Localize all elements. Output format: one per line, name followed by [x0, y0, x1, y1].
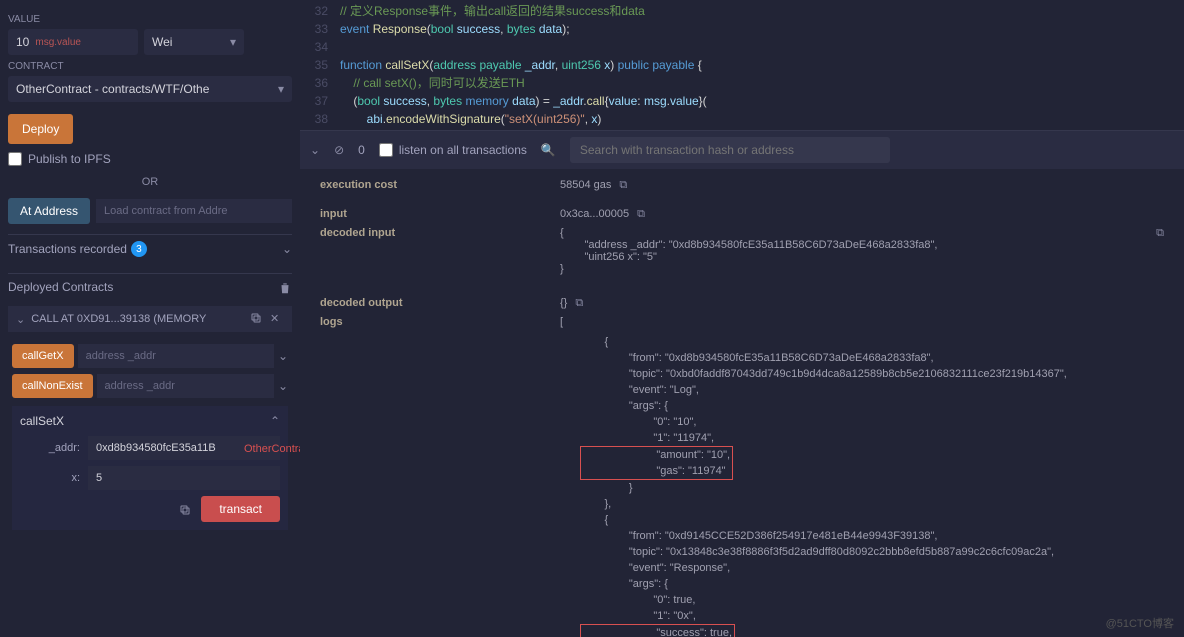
- main-area: 32// 定义Response事件，输出call返回的结果success和dat…: [300, 0, 1184, 637]
- copy-icon[interactable]: [250, 312, 264, 326]
- callgetx-input[interactable]: [78, 344, 274, 368]
- search-icon: 🔍: [541, 143, 556, 157]
- param-addr-label: _addr:: [20, 442, 80, 454]
- log-entry-1: { "from": "0xd8b934580fcE35a11B58C6D73aD…: [580, 334, 1164, 512]
- value-label: VALUE: [8, 14, 292, 25]
- chevron-down-icon[interactable]: ⌄: [278, 349, 288, 363]
- watermark: @51CTO博客: [1106, 615, 1174, 631]
- copy-icon[interactable]: ⧉: [1156, 227, 1164, 275]
- at-address-button[interactable]: At Address: [8, 198, 90, 224]
- logs-key: logs: [320, 316, 560, 328]
- value-input[interactable]: 10: [16, 35, 29, 49]
- line-number: 34: [300, 38, 340, 56]
- code-content[interactable]: // call setX()，同时可以发送ETH: [340, 74, 525, 92]
- param-x-label: x:: [20, 472, 80, 484]
- code-content[interactable]: event Response(bool success, bytes data)…: [340, 20, 570, 38]
- copy-icon[interactable]: ⧉: [619, 179, 627, 191]
- decoded-input-key: decoded input: [320, 227, 560, 275]
- line-number: 38: [300, 110, 340, 128]
- terminal-output[interactable]: execution cost58504 gas⧉ input0x3ca...00…: [300, 169, 1184, 637]
- code-content[interactable]: (bool success, bytes memory data) = _add…: [340, 92, 707, 110]
- line-number: 35: [300, 56, 340, 74]
- line-number: 37: [300, 92, 340, 110]
- transact-button[interactable]: transact: [201, 496, 280, 522]
- code-editor[interactable]: 32// 定义Response事件，输出call返回的结果success和dat…: [300, 0, 1184, 130]
- tx-recorded-row[interactable]: Transactions recorded 3 ⌄: [8, 234, 292, 263]
- param-x-input[interactable]: [88, 466, 280, 490]
- highlight-box-1: "amount": "10", "gas": "11974": [580, 446, 733, 480]
- code-content[interactable]: // 定义Response事件，输出call返回的结果success和data: [340, 2, 645, 20]
- callgetx-button[interactable]: callGetX: [12, 344, 74, 368]
- deployed-contract-item[interactable]: ⌄ CALL AT 0XD91...39138 (MEMORY ✕: [8, 306, 292, 332]
- listen-input[interactable]: [379, 143, 393, 157]
- pending-count: 0: [358, 143, 365, 157]
- code-content[interactable]: function callSetX(address payable _addr,…: [340, 56, 702, 74]
- log-entry-2: { "from": "0xd9145CCE52D386f254917e481eB…: [580, 512, 1164, 637]
- copy-icon[interactable]: ⧉: [575, 297, 583, 309]
- chevron-down-icon[interactable]: ⌄: [310, 143, 320, 157]
- listen-all-checkbox[interactable]: listen on all transactions: [379, 143, 527, 157]
- publish-ipfs-input[interactable]: [8, 152, 22, 166]
- unit-select[interactable]: Wei: [144, 29, 244, 55]
- contract-select[interactable]: OtherContract - contracts/WTF/Othe: [8, 76, 292, 102]
- chevron-down-icon[interactable]: ⌄: [16, 313, 25, 326]
- line-number: 36: [300, 74, 340, 92]
- close-icon[interactable]: ✕: [270, 312, 284, 326]
- publish-ipfs-checkbox[interactable]: Publish to IPFS: [8, 152, 292, 166]
- chevron-down-icon[interactable]: ⌄: [278, 379, 288, 393]
- at-address-input[interactable]: [96, 199, 292, 223]
- line-number: 32: [300, 2, 340, 20]
- deploy-button[interactable]: Deploy: [8, 114, 73, 144]
- trash-icon[interactable]: [278, 280, 292, 294]
- addr-annotation: OtherContract合约地址: [244, 440, 300, 456]
- callsetx-label: callSetX: [20, 414, 64, 428]
- clear-icon[interactable]: ⊘: [334, 143, 344, 157]
- value-placeholder: msg.value: [35, 37, 81, 48]
- copy-icon[interactable]: [179, 502, 193, 516]
- or-divider: OR: [8, 176, 292, 188]
- deploy-panel: VALUE 10 msg.value Wei CONTRACT OtherCon…: [0, 0, 300, 637]
- terminal-toolbar: ⌄ ⊘ 0 listen on all transactions 🔍: [300, 130, 1184, 169]
- line-number: 33: [300, 20, 340, 38]
- exec-cost-key: execution cost: [320, 179, 560, 192]
- chevron-down-icon[interactable]: ⌄: [282, 242, 292, 256]
- deployed-contracts-row: Deployed Contracts: [8, 273, 292, 300]
- callsetx-expanded: callSetX ⌃ _addr: OtherContract合约地址 x: t…: [12, 406, 288, 530]
- input-key: input: [320, 208, 560, 221]
- tx-count-badge: 3: [131, 241, 147, 257]
- tx-search-input[interactable]: [570, 137, 890, 163]
- callnonexist-input[interactable]: [97, 374, 274, 398]
- tx-recorded-label: Transactions recorded: [8, 242, 127, 256]
- decoded-output-key: decoded output: [320, 297, 560, 310]
- copy-icon[interactable]: ⧉: [637, 208, 645, 220]
- callnonexist-button[interactable]: callNonExist: [12, 374, 93, 398]
- code-content[interactable]: abi.encodeWithSignature("setX(uint256)",…: [340, 110, 601, 128]
- deployed-label: Deployed Contracts: [8, 280, 113, 294]
- highlight-box-2: "success": true, "data": "0x": [580, 624, 735, 637]
- chevron-up-icon[interactable]: ⌃: [270, 414, 280, 428]
- contract-label: CONTRACT: [8, 61, 292, 72]
